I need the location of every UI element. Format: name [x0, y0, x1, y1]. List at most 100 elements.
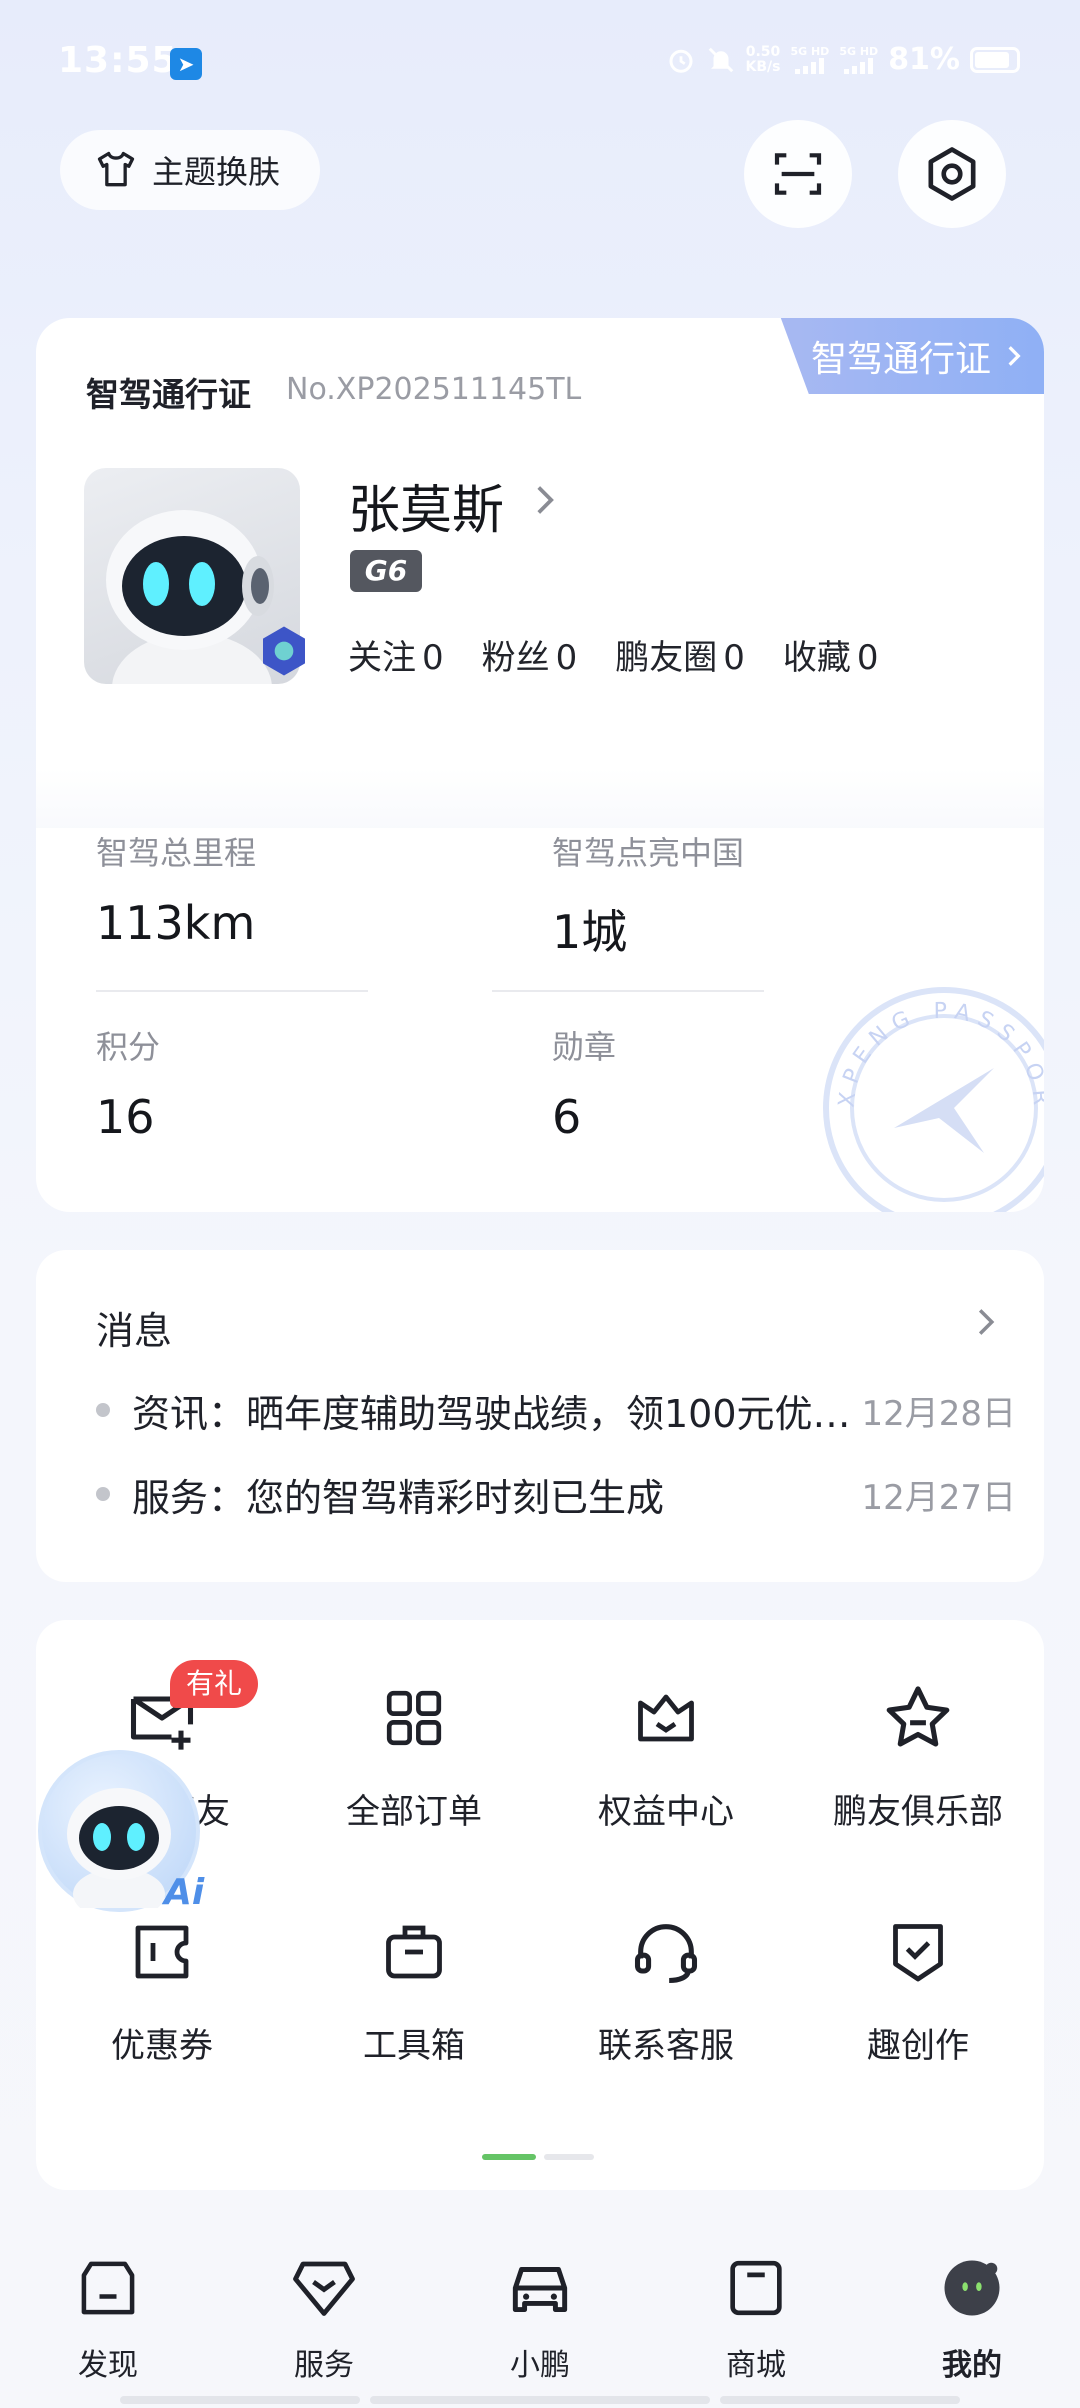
tab-label: 商城 [726, 2348, 786, 2383]
grid-item-label: 趣创作 [867, 2026, 969, 2066]
card-divider-fade [36, 768, 1044, 828]
user-name[interactable]: 张莫斯 [348, 468, 504, 543]
metric-value: 6 [552, 1090, 582, 1144]
status-bar: 13:55 ➤ 0.50 KB/s 5G HD 5G HD 81% [0, 0, 1080, 120]
stat-fans[interactable]: 粉丝 0 [482, 630, 578, 679]
tshirt-icon [97, 151, 135, 187]
theme-skin-label: 主题换肤 [152, 153, 281, 191]
scan-button[interactable] [744, 120, 852, 228]
crown-icon [638, 1694, 694, 1742]
passport-card: 智驾通行证 智驾通行证 No.XP202511145TL 张莫斯 G6 关注 0 … [36, 318, 1044, 1212]
tab-service[interactable]: 服务 [254, 2250, 394, 2384]
chevron-right-icon [1008, 346, 1021, 366]
medal-badge-icon [263, 626, 305, 676]
settings-hexagon-icon [928, 147, 976, 201]
grid-item-label: 工具箱 [363, 2026, 465, 2066]
theme-skin-button[interactable]: 主题换肤 [60, 130, 320, 210]
social-stats: 关注 0 粉丝 0 鹏友圈 0 收藏 0 [348, 630, 879, 679]
stat-label: 关注 [348, 638, 416, 678]
tab-profile[interactable]: 我的 [902, 2250, 1042, 2384]
grid-item-toolbox[interactable]: 工具箱 [288, 1912, 540, 2067]
metric-divider [96, 990, 368, 992]
tab-label: 发现 [78, 2348, 138, 2383]
metric-points[interactable]: 积分 16 [96, 1022, 160, 1144]
bottom-tab-bar: 发现 服务 小鹏 商城 我的 [0, 2220, 1080, 2408]
sim2-label: 5G HD [839, 45, 879, 58]
metric-medals[interactable]: 勋章 6 [552, 1022, 616, 1144]
svg-text:XPENG PASSPORT: XPENG PASSPORT [814, 978, 1044, 1112]
stat-follow[interactable]: 关注 0 [348, 630, 444, 679]
stat-label: 鹏友圈 [615, 638, 718, 678]
gift-badge: 有礼 [170, 1660, 259, 1708]
tab-shop[interactable]: 商城 [686, 2250, 826, 2384]
battery-icon [970, 46, 1020, 73]
stat-circle[interactable]: 鹏友圈 0 [615, 630, 745, 679]
nav-indicator [370, 2396, 710, 2404]
app-notification-icon: ➤ [170, 48, 202, 80]
chevron-right-icon[interactable] [530, 480, 560, 520]
tab-label: 我的 [942, 2348, 1002, 2383]
message-item[interactable]: 服务：您的智驾精彩时刻已生成 12月27日 [96, 1464, 1016, 1524]
metric-label: 智驾点亮中国 [552, 834, 745, 872]
status-time: 13:55 [58, 40, 178, 81]
profile-icon [944, 2260, 1000, 2316]
stat-value: 0 [856, 638, 879, 678]
car-icon [512, 2267, 568, 2313]
page-dot-active [482, 2154, 536, 2160]
tab-xpeng[interactable]: 小鹏 [470, 2250, 610, 2384]
star-icon [886, 1686, 950, 1747]
net-speed-unit: KB/s [745, 58, 781, 75]
ai-tag: Ai [164, 1872, 205, 1913]
tab-label: 小鹏 [510, 2348, 570, 2383]
metric-cities-lit[interactable]: 智驾点亮中国 1城 [552, 828, 744, 962]
messages-title: 消息 [96, 1309, 173, 1353]
grid-item-label: 联系客服 [598, 2026, 734, 2066]
status-icons: 0.50 KB/s 5G HD 5G HD 81% [666, 42, 1020, 77]
stat-label: 收藏 [782, 638, 851, 678]
stat-label: 粉丝 [481, 638, 550, 678]
net-speed: 0.50 KB/s [745, 44, 781, 75]
passport-tab-label: 智驾通行证 [810, 339, 991, 380]
metric-value: 1城 [552, 905, 628, 959]
metric-label: 智驾总里程 [96, 834, 257, 872]
stat-favorites[interactable]: 收藏 0 [783, 630, 879, 679]
shop-icon [730, 2260, 782, 2316]
grid-item-benefits[interactable]: 权益中心 [540, 1678, 792, 1833]
passport-stamp-icon: XPENG PASSPORT [814, 978, 1044, 1212]
grid-item-all-orders[interactable]: 全部订单 [288, 1678, 540, 1833]
message-item[interactable]: 资讯：晒年度辅助驾驶战绩，领100元优惠券 12月28日 [96, 1380, 1016, 1440]
toolbox-icon [386, 1925, 442, 1979]
service-icon [293, 2261, 355, 2316]
bullet-dot [96, 1487, 110, 1501]
signal-sim1: 5G HD [790, 45, 829, 74]
grid-item-label: 鹏友俱乐部 [833, 1792, 1003, 1832]
grid-icon [386, 1690, 442, 1746]
page-indicator [482, 2154, 594, 2160]
grid-item-coupons[interactable]: 优惠券 [36, 1912, 288, 2067]
chevron-right-icon[interactable] [972, 1302, 1000, 1342]
scan-icon [774, 153, 822, 195]
grid-item-club[interactable]: 鹏友俱乐部 [792, 1678, 1044, 1833]
message-text: 资讯：晒年度辅助驾驶战绩，领100元优惠券 [132, 1391, 856, 1436]
grid-item-label: 全部订单 [346, 1792, 482, 1832]
stat-value: 0 [555, 638, 578, 678]
tab-discover[interactable]: 发现 [38, 2250, 178, 2384]
message-text: 服务：您的智驾精彩时刻已生成 [132, 1475, 665, 1520]
grid-item-label: 权益中心 [598, 1792, 734, 1832]
headset-icon [634, 1924, 698, 1984]
passport-number: No.XP202511145TL [286, 372, 582, 407]
settings-button[interactable] [898, 120, 1006, 228]
message-date: 12月28日 [861, 1393, 1016, 1434]
battery-percent: 81% [888, 42, 960, 77]
metric-label: 积分 [96, 1028, 161, 1066]
metric-total-mileage[interactable]: 智驾总里程 113km [96, 828, 256, 950]
passport-tab-button[interactable]: 智驾通行证 [780, 318, 1044, 394]
metric-value: 113km [96, 896, 256, 950]
mute-icon [708, 47, 733, 72]
shield-check-icon [893, 1924, 943, 1982]
messages-card[interactable]: 消息 资讯：晒年度辅助驾驶战绩，领100元优惠券 12月28日 服务：您的智驾精… [36, 1250, 1044, 1582]
sim1-label: 5G HD [790, 45, 830, 58]
grid-item-customer-service[interactable]: 联系客服 [540, 1912, 792, 2067]
grid-item-label: 优惠券 [111, 2026, 213, 2066]
grid-item-creation[interactable]: 趣创作 [792, 1912, 1044, 2067]
